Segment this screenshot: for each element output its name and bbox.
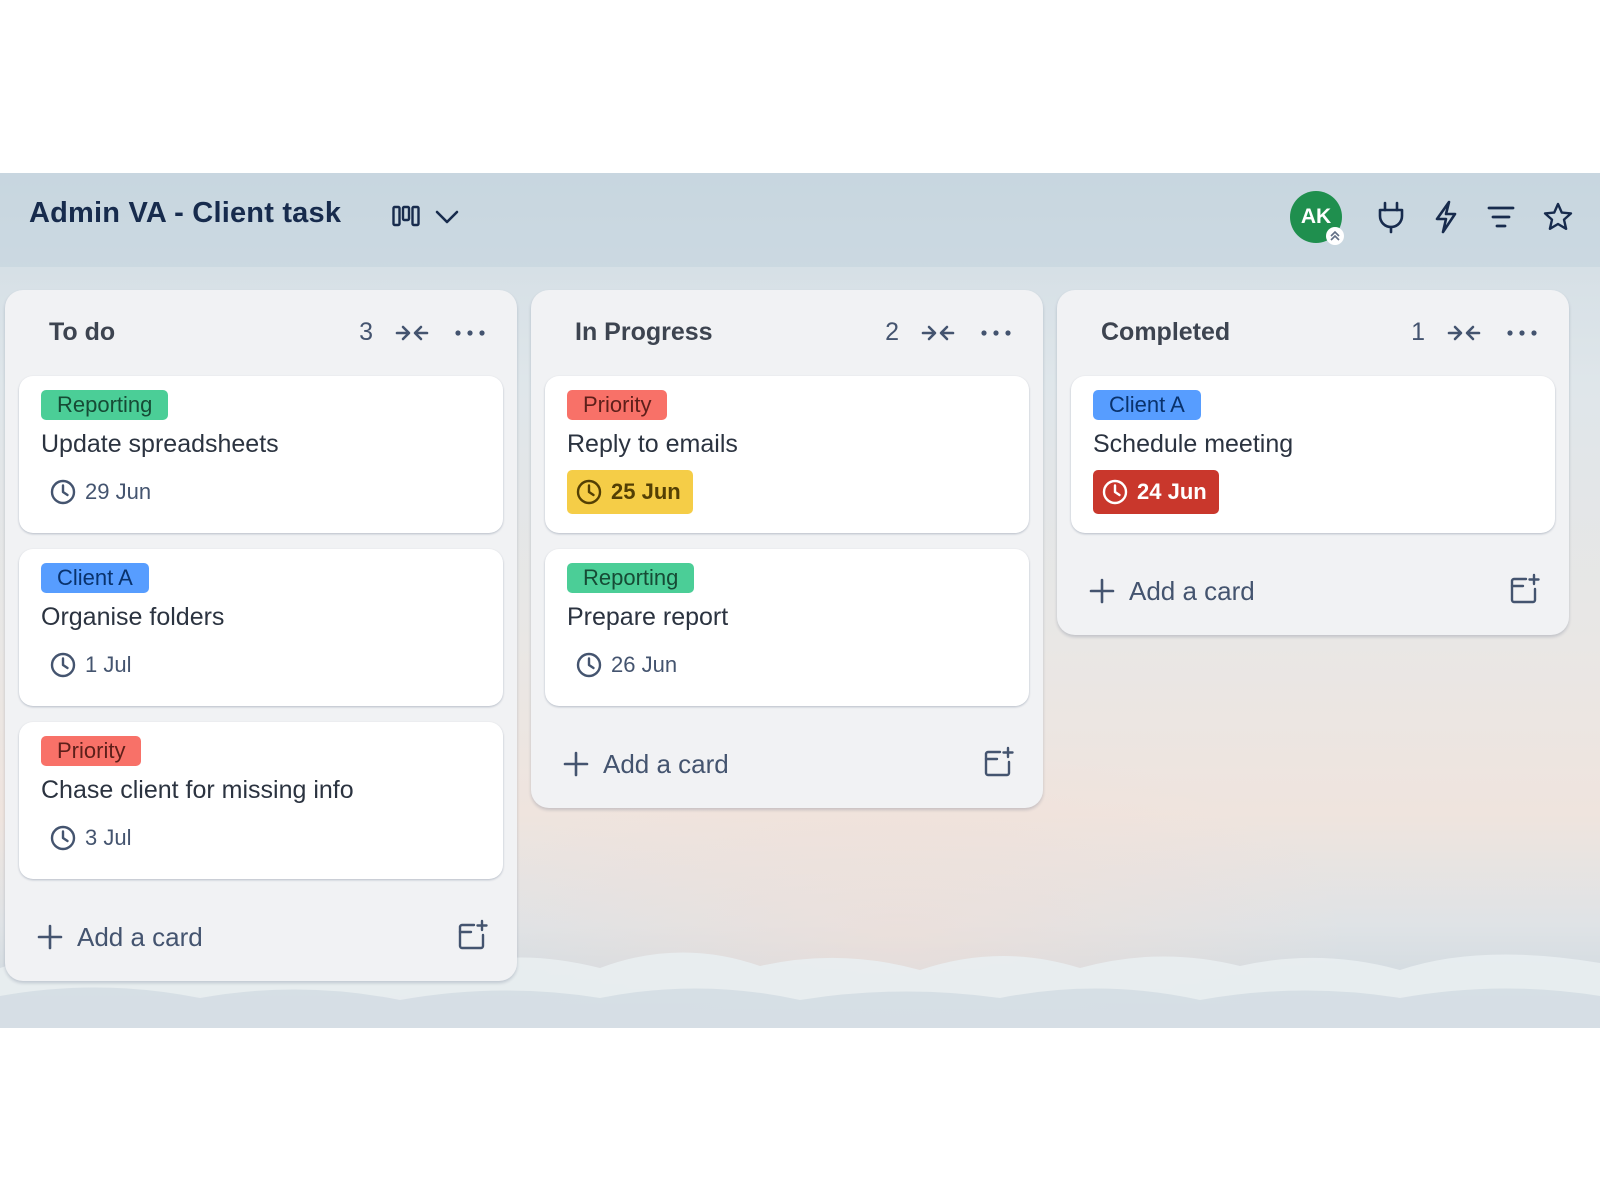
list-title[interactable]: Completed: [1101, 318, 1230, 347]
due-date-text: 3 Jul: [85, 825, 132, 850]
card-title: Update spreadsheets: [41, 430, 279, 458]
card-title: Organise folders: [41, 603, 225, 631]
card-label[interactable]: Client A: [1093, 390, 1201, 420]
list-to-do: To do 3 Reporting Update spreadsheets 29…: [5, 290, 517, 981]
card-title: Schedule meeting: [1093, 430, 1294, 458]
add-card-row: Add a card: [545, 722, 1029, 808]
more-options-icon[interactable]: [453, 320, 487, 346]
more-options-icon[interactable]: [1505, 320, 1539, 346]
add-card-button[interactable]: Add a card: [1089, 571, 1255, 611]
card-list: Priority Reply to emails 25 Jun Reportin…: [545, 376, 1029, 706]
clock-icon: [50, 652, 76, 678]
due-date-badge[interactable]: 24 Jun: [1093, 470, 1219, 514]
plus-icon: [37, 924, 63, 950]
list-card-count: 2: [885, 318, 899, 346]
chevron-down-icon[interactable]: [434, 207, 460, 227]
clock-icon: [50, 479, 76, 505]
collapse-list-icon[interactable]: [921, 320, 955, 346]
list-in-progress: In Progress 2 Priority Reply to emails 2…: [531, 290, 1043, 808]
card-title: Prepare report: [567, 603, 729, 631]
card[interactable]: Reporting Update spreadsheets 29 Jun: [19, 376, 503, 533]
add-card-label: Add a card: [603, 748, 729, 779]
list-completed: Completed 1 Client A Schedule meeting 24…: [1057, 290, 1569, 635]
card-list: Client A Schedule meeting 24 Jun: [1071, 376, 1555, 533]
card[interactable]: Reporting Prepare report 26 Jun: [545, 549, 1029, 706]
card-label[interactable]: Priority: [567, 390, 668, 420]
card-label[interactable]: Client A: [41, 563, 149, 593]
admin-badge-icon: [1326, 227, 1344, 245]
board-view-icon[interactable]: [392, 205, 420, 229]
create-from-template-icon[interactable]: [455, 919, 489, 953]
create-from-template-icon[interactable]: [1507, 573, 1541, 607]
list-header: To do 3: [19, 290, 503, 376]
due-date-text: 24 Jun: [1137, 479, 1207, 504]
due-date-badge[interactable]: 29 Jun: [41, 470, 163, 514]
avatar-initials: AK: [1300, 205, 1332, 228]
list-title[interactable]: To do: [49, 318, 115, 347]
due-date-badge[interactable]: 3 Jul: [41, 816, 143, 860]
card[interactable]: Client A Organise folders 1 Jul: [19, 549, 503, 706]
clock-icon: [1102, 479, 1128, 505]
card-title: Reply to emails: [567, 430, 738, 458]
collapse-list-icon[interactable]: [395, 320, 429, 346]
card[interactable]: Priority Reply to emails 25 Jun: [545, 376, 1029, 533]
add-card-button[interactable]: Add a card: [563, 744, 729, 784]
avatar[interactable]: AK: [1290, 191, 1344, 245]
add-card-row: Add a card: [1071, 549, 1555, 635]
star-icon[interactable]: [1542, 201, 1574, 233]
clock-icon: [576, 652, 602, 678]
due-date-badge[interactable]: 26 Jun: [567, 643, 689, 687]
card-title: Chase client for missing info: [41, 776, 354, 804]
due-date-text: 29 Jun: [85, 479, 152, 504]
due-date-text: 25 Jun: [611, 479, 681, 504]
clock-icon: [576, 479, 602, 505]
due-date-badge[interactable]: 1 Jul: [41, 643, 143, 687]
board-title[interactable]: Admin VA - Client task: [29, 197, 341, 230]
due-date-text: 1 Jul: [85, 652, 132, 677]
add-card-label: Add a card: [1129, 575, 1255, 606]
create-from-template-icon[interactable]: [981, 746, 1015, 780]
list-header: In Progress 2: [545, 290, 1029, 376]
power-ups-icon[interactable]: [1376, 200, 1406, 234]
plus-icon: [563, 751, 589, 777]
due-date-text: 26 Jun: [611, 652, 678, 677]
card-label[interactable]: Reporting: [41, 390, 169, 420]
list-card-count: 3: [359, 318, 373, 346]
automation-icon[interactable]: [1432, 200, 1460, 234]
add-card-row: Add a card: [19, 895, 503, 981]
list-header: Completed 1: [1071, 290, 1555, 376]
add-card-label: Add a card: [77, 921, 203, 952]
more-options-icon[interactable]: [979, 320, 1013, 346]
due-date-badge[interactable]: 25 Jun: [567, 470, 693, 514]
card-list: Reporting Update spreadsheets 29 Jun Cli…: [19, 376, 503, 879]
list-card-count: 1: [1411, 318, 1425, 346]
view-switcher[interactable]: [392, 199, 460, 235]
list-title[interactable]: In Progress: [575, 318, 713, 347]
board-header: Admin VA - Client task AK: [0, 173, 1600, 267]
add-card-button[interactable]: Add a card: [37, 917, 203, 957]
plus-icon: [1089, 578, 1115, 604]
board-canvas: Admin VA - Client task AK To do 3 Report…: [0, 173, 1600, 1028]
clock-icon: [50, 825, 76, 851]
filter-icon[interactable]: [1486, 203, 1516, 231]
card-label[interactable]: Reporting: [567, 563, 695, 593]
header-actions: AK: [1290, 189, 1574, 245]
card[interactable]: Priority Chase client for missing info 3…: [19, 722, 503, 879]
card[interactable]: Client A Schedule meeting 24 Jun: [1071, 376, 1555, 533]
card-label[interactable]: Priority: [41, 736, 142, 766]
collapse-list-icon[interactable]: [1447, 320, 1481, 346]
